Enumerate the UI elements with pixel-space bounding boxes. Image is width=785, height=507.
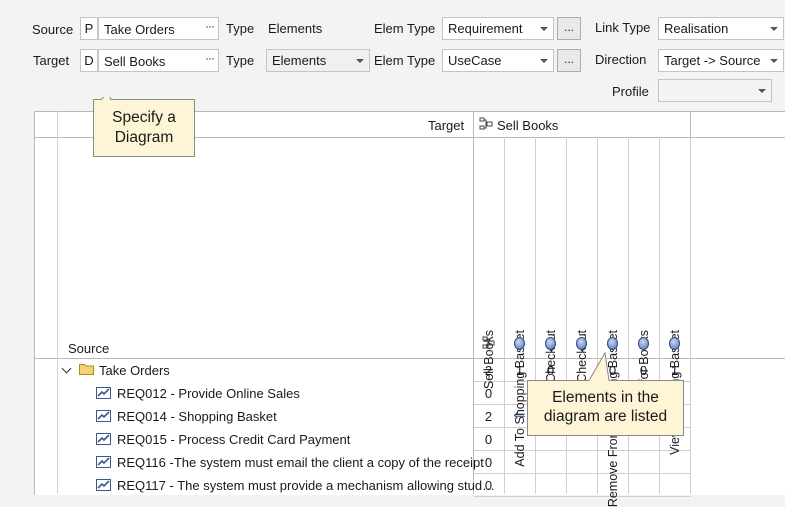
target-elem-type-label: Elem Type (374, 53, 436, 68)
column-header[interactable]: View Shopping Basket (659, 137, 690, 455)
matrix-cell[interactable]: 2 (473, 363, 504, 378)
matrix-cell[interactable]: 0 (473, 455, 504, 470)
row-divider (474, 450, 691, 451)
source-elem-type-value: Requirement (448, 21, 523, 36)
profile-select[interactable] (658, 79, 772, 102)
link-type-select[interactable]: Realisation (658, 17, 784, 40)
target-prefix: D (80, 49, 98, 72)
requirement-icon (96, 387, 111, 399)
source-type-label: Type (226, 21, 255, 36)
usecase-icon (607, 337, 618, 350)
source-value: Take Orders (104, 22, 175, 37)
column-header[interactable]: Go To Checkout (566, 137, 597, 419)
chevron-down-icon (770, 27, 778, 31)
chevron-down-icon (540, 59, 548, 63)
requirement-icon (96, 479, 111, 491)
callout-elements-listed-line2: diagram are listed (543, 408, 668, 425)
callout-elements-listed-line1: Elements in the (552, 389, 659, 406)
source-elem-type-label: Elem Type (374, 21, 436, 36)
direction-select[interactable]: Target -> Source (658, 49, 784, 72)
column-header[interactable]: Sell Books (473, 137, 504, 389)
row-label: REQ014 - Shopping Basket (117, 409, 277, 424)
row-label: REQ116 -The system must email the client… (117, 455, 484, 470)
usecase-icon (669, 337, 680, 350)
matrix-cell[interactable]: 0 (473, 478, 504, 493)
chevron-down-icon (356, 59, 364, 63)
matrix-cell[interactable]: 2 (473, 409, 504, 424)
target-label: Target (33, 53, 70, 68)
row-divider (474, 473, 691, 474)
callout-elements-listed: Elements in the diagram are listed (527, 352, 684, 436)
usecase-icon (545, 337, 556, 350)
usecase-icon (514, 337, 525, 350)
diagram-icon (482, 336, 495, 353)
requirement-icon (96, 433, 111, 445)
profile-label: Profile (612, 84, 649, 99)
column-header[interactable]: Express Checkout (535, 137, 566, 431)
target-field[interactable]: Sell Books ··· (98, 49, 219, 72)
usecase-icon (638, 337, 649, 350)
target-value: Sell Books (104, 54, 166, 69)
callout-specify-diagram-line2: Diagram (114, 129, 174, 146)
source-elem-type-more-button[interactable]: ... (557, 17, 581, 40)
table-row[interactable]: REQ015 - Process Credit Card Payment (58, 428, 473, 451)
direction-value: Target -> Source (664, 53, 761, 68)
source-elem-type-select[interactable]: Requirement (442, 17, 554, 40)
folder-icon (79, 363, 94, 375)
link-type-value: Realisation (664, 21, 729, 36)
target-elem-type-select[interactable]: UseCase (442, 49, 554, 72)
callout-specify-diagram: Specify a Diagram (93, 97, 195, 157)
target-elem-type-more-button[interactable]: ... (557, 49, 581, 72)
row-label: REQ012 - Provide Online Sales (117, 386, 300, 401)
chevron-down-icon (540, 27, 548, 31)
target-type-label: Type (226, 53, 255, 68)
matrix-target-label: Target (428, 118, 465, 133)
column-header[interactable]: Add To Shopping Basket (504, 137, 535, 467)
source-browse-icon[interactable]: ··· (205, 19, 215, 33)
matrix-source-label: Source (68, 341, 110, 356)
row-divider (474, 496, 691, 497)
source-prefix: P (80, 17, 98, 40)
row-label: REQ117 - The system must provide a mecha… (117, 478, 496, 493)
usecase-icon (576, 337, 587, 350)
table-row[interactable]: Take Orders (58, 359, 473, 382)
direction-label: Direction (595, 52, 647, 67)
diagram-icon (479, 117, 493, 131)
target-type-select[interactable]: Elements (266, 49, 370, 72)
chevron-down-icon (758, 89, 766, 93)
matrix-cell[interactable]: 0 (473, 386, 504, 401)
source-type-value: Elements (268, 21, 323, 36)
table-row[interactable]: REQ116 -The system must email the client… (58, 451, 484, 474)
table-row[interactable]: REQ012 - Provide Online Sales (58, 382, 473, 405)
table-row[interactable]: REQ014 - Shopping Basket (58, 405, 473, 428)
target-elem-type-value: UseCase (448, 53, 502, 68)
row-label: REQ015 - Process Credit Card Payment (117, 432, 351, 447)
column-divider (690, 137, 691, 494)
matrix-cell[interactable]: 0 (473, 432, 504, 447)
requirement-icon (96, 456, 111, 468)
chevron-down-icon (770, 59, 778, 63)
target-type-value: Elements (272, 53, 327, 68)
target-browse-icon[interactable]: ··· (205, 51, 215, 65)
row-label: Take Orders (99, 363, 170, 378)
column-header-label: Add To Shopping Basket (513, 330, 527, 467)
requirement-icon (96, 410, 111, 422)
link-type-label: Link Type (595, 20, 651, 35)
column-header[interactable]: Search for Books (628, 137, 659, 426)
column-header[interactable]: Remove From Shopping Basket (597, 137, 628, 507)
chevron-down-icon[interactable] (61, 363, 72, 374)
callout-specify-diagram-line1: Specify a (112, 109, 176, 126)
matrix-target-value: Sell Books (497, 118, 559, 133)
source-field[interactable]: Take Orders ··· (98, 17, 219, 40)
source-label: Source (32, 22, 74, 37)
